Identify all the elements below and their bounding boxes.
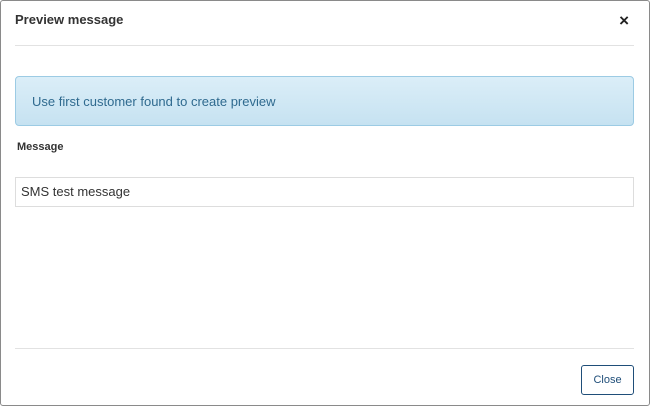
- info-alert: Use first customer found to create previ…: [15, 76, 634, 126]
- footer-divider: [15, 348, 634, 349]
- close-button[interactable]: Close: [581, 365, 634, 395]
- dialog-header: Preview message ×: [1, 1, 649, 46]
- dialog-title: Preview message: [15, 12, 124, 27]
- message-label: Message: [17, 141, 64, 153]
- header-divider: [15, 45, 634, 46]
- preview-message-dialog: Preview message × Use first customer fou…: [0, 0, 650, 406]
- close-icon[interactable]: ×: [619, 12, 629, 29]
- message-preview-field: SMS test message: [15, 177, 634, 207]
